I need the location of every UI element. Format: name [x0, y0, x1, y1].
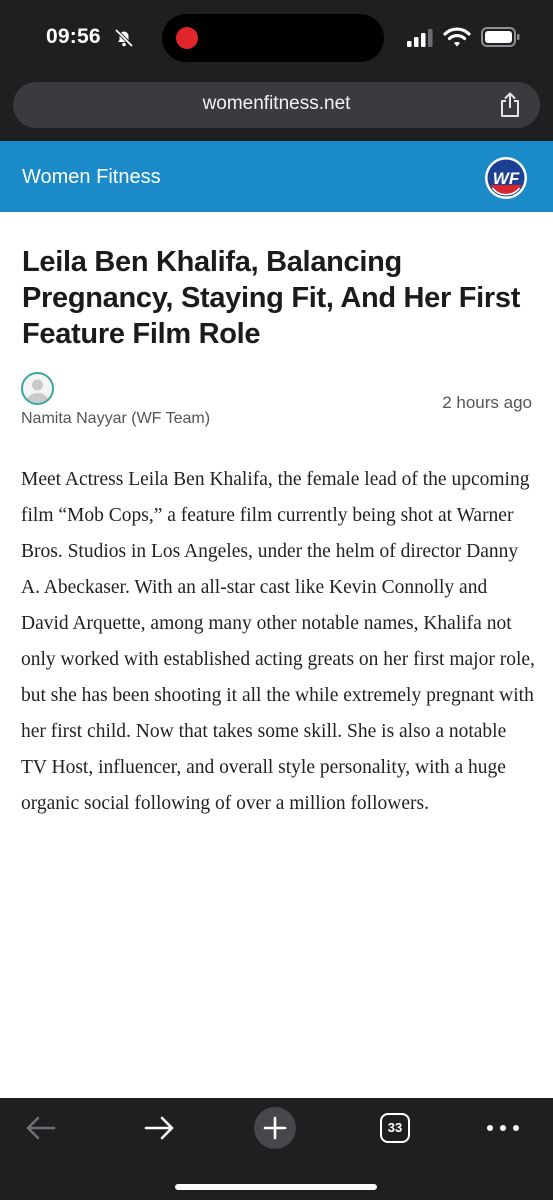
dynamic-island	[162, 14, 384, 62]
home-indicator[interactable]	[175, 1184, 377, 1190]
plus-icon	[263, 1116, 287, 1140]
author-avatar[interactable]	[21, 372, 54, 405]
new-tab-button[interactable]	[254, 1107, 296, 1149]
more-icon[interactable]	[486, 1118, 520, 1138]
back-arrow-icon[interactable]	[25, 1114, 57, 1142]
battery-icon	[481, 27, 520, 47]
post-time: 2 hours ago	[442, 393, 532, 412]
address-bar[interactable]: womenfitness.net	[13, 82, 540, 128]
author-name[interactable]: Namita Nayyar (WF Team)	[21, 410, 210, 428]
recording-dot-icon	[176, 27, 198, 49]
article-body: Meet Actress Leila Ben Khalifa, the fema…	[21, 469, 535, 814]
address-url[interactable]: womenfitness.net	[13, 93, 540, 115]
site-name-link[interactable]: Women Fitness	[22, 166, 161, 189]
bell-slash-icon	[114, 28, 134, 48]
tabs-button[interactable]: 33	[380, 1113, 410, 1143]
wifi-icon	[443, 27, 471, 47]
share-icon[interactable]	[498, 92, 522, 118]
site-header: Women Fitness WF	[0, 141, 553, 212]
cellular-signal-icon	[407, 29, 433, 47]
site-logo[interactable]: WF	[484, 156, 528, 200]
status-time: 09:56	[46, 25, 101, 48]
forward-arrow-icon[interactable]	[143, 1114, 175, 1142]
browser-toolbar: 33	[0, 1098, 553, 1200]
browser-top-chrome: 09:56 womenfitness.net	[0, 0, 553, 141]
user-silhouette-icon	[26, 379, 49, 403]
site-logo-text: WF	[493, 169, 520, 188]
article-title: Leila Ben Khalifa, Balancing Pregnancy, …	[22, 246, 521, 350]
